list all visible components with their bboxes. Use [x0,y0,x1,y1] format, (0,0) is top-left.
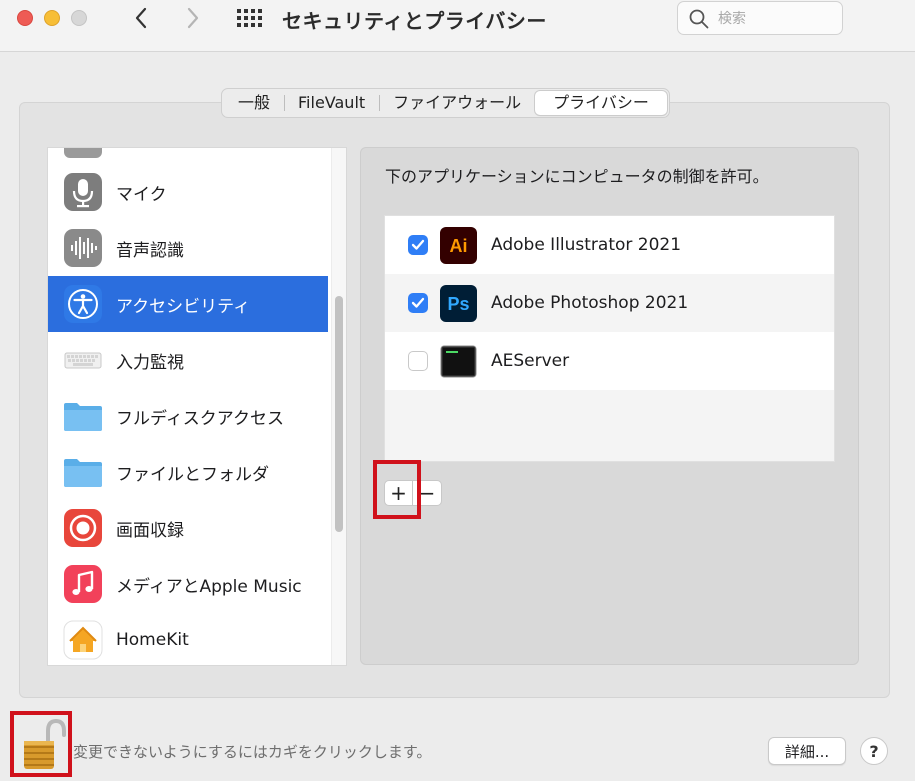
zoom-window-button[interactable] [71,10,87,26]
sidebar-item-label: ファイルとフォルダ [116,464,269,485]
forward-button[interactable] [180,4,206,32]
sidebar-item-label: フルディスクアクセス [116,408,284,429]
sidebar-item-homekit[interactable]: HomeKit [48,612,328,665]
privacy-category-list[interactable]: マイク 音声認識 アクセシビリティ 入力監視 フルディスクアクセス ファイルとフ… [47,147,347,666]
sidebar-item-label: 入力監視 [116,352,184,373]
sidebar-item-label: メディアとApple Music [116,576,302,597]
list-item-aeserver[interactable]: AEServer [385,332,834,390]
help-button[interactable]: ? [860,737,888,765]
app-checkbox-aeserver[interactable] [408,351,428,371]
sidebar-item-label: マイク [116,184,167,205]
sidebar-item-media-apple-music[interactable]: メディアとApple Music [48,556,328,612]
checkmark-icon [411,239,425,250]
sidebar-item-label: アクセシビリティ [116,296,251,317]
minimize-window-button[interactable] [44,10,60,26]
tab-firewall[interactable]: ファイアウォール [379,91,535,115]
list-item-illustrator[interactable]: Ai Adobe Illustrator 2021 [385,216,834,274]
app-list[interactable]: Ai Adobe Illustrator 2021 Ps Adobe Photo… [384,215,835,462]
app-name: AEServer [491,351,570,371]
terminal-icon [440,345,477,377]
sidebar-item-screen-recording[interactable]: 画面収録 [48,500,328,556]
chevron-right-icon [187,7,199,29]
tab-privacy[interactable]: プライバシー [535,91,667,115]
sidebar-item-speech-recognition[interactable]: 音声認識 [48,220,328,276]
waveform-icon [63,228,103,268]
folder-icon [63,452,103,492]
back-button[interactable] [128,4,154,32]
tab-bar: 一般 FileVault ファイアウォール プライバシー [221,88,670,118]
microphone-icon [63,172,103,212]
search-icon [689,9,709,29]
screen-record-icon [63,508,103,548]
app-name: Adobe Illustrator 2021 [491,235,682,255]
empty-list-row [385,390,834,461]
show-all-grid-icon[interactable] [236,8,262,28]
sidebar-item-label: 音声認識 [116,240,184,261]
sidebar-item-label: 画面収録 [116,520,184,541]
tab-general[interactable]: 一般 [224,91,284,115]
details-button[interactable]: 詳細... [768,737,846,765]
home-icon [63,620,103,660]
app-checkbox-illustrator[interactable] [408,235,428,255]
search-field[interactable] [677,1,843,35]
sidebar-item-files-and-folders[interactable]: ファイルとフォルダ [48,444,328,500]
music-note-icon [63,564,103,604]
sidebar-item-label: HomeKit [116,630,189,650]
illustrator-icon: Ai [440,226,477,264]
app-name: Adobe Photoshop 2021 [491,293,689,313]
lock-hint-text: 変更できないようにするにはカギをクリックします。 [73,743,432,761]
window-titlebar: セキュリティとプライバシー [0,0,915,52]
sidebar-item-full-disk-access[interactable]: フルディスクアクセス [48,388,328,444]
list-item-photoshop[interactable]: Ps Adobe Photoshop 2021 [385,274,834,332]
keyboard-icon [63,340,103,380]
tab-filevault[interactable]: FileVault [284,91,379,115]
app-checkbox-photoshop[interactable] [408,293,428,313]
sidebar-item-accessibility[interactable]: アクセシビリティ [48,276,328,332]
window-title: セキュリティとプライバシー [282,9,547,33]
chevron-left-icon [135,7,147,29]
panel-description: 下のアプリケーションにコンピュータの制御を許可。 [385,167,769,186]
illustrator-icon-text: Ai [450,236,468,256]
checkmark-icon [411,297,425,308]
sidebar-item-input-monitoring[interactable]: 入力監視 [48,332,328,388]
highlight-box-add-button [373,460,421,519]
scrollbar-thumb[interactable] [335,296,343,532]
close-window-button[interactable] [17,10,33,26]
photoshop-icon-text: Ps [447,294,469,314]
partial-list-item-icon [64,148,102,158]
sidebar-item-microphone[interactable]: マイク [48,164,328,220]
search-input[interactable] [718,8,833,30]
folder-icon [63,396,103,436]
photoshop-icon: Ps [440,284,477,322]
accessibility-icon [63,284,103,324]
highlight-box-lock [10,711,72,777]
